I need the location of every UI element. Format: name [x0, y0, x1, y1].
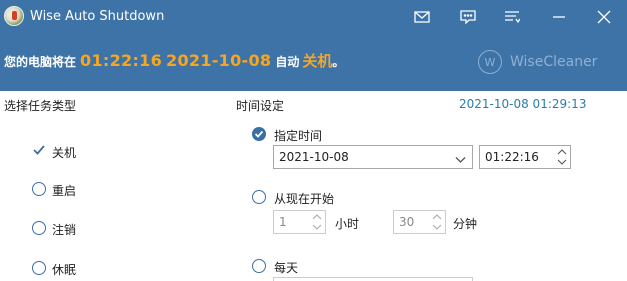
radio-shutdown-checked-icon[interactable] [32, 143, 46, 157]
window-title: Wise Auto Shutdown [30, 9, 165, 24]
radio-from-now[interactable] [252, 190, 266, 204]
radio-logoff[interactable] [32, 221, 46, 235]
daily-label[interactable]: 每天 [274, 259, 298, 276]
date-picker[interactable]: 2021-10-08 [273, 145, 473, 169]
status-action: 关机 [302, 52, 333, 70]
status-middle: 自动 [275, 55, 300, 69]
status-prefix: 您的电脑将在 [4, 55, 77, 69]
wisecleaner-logo-icon: W [478, 50, 502, 74]
specified-time-label[interactable]: 指定时间 [274, 127, 322, 144]
status-date: 2021-10-08 [166, 51, 272, 70]
hours-spinner[interactable]: 1 [273, 210, 326, 234]
status-time: 01:22:16 [80, 51, 163, 70]
brand-name: WiseCleaner [510, 54, 598, 70]
minimize-icon[interactable] [545, 5, 573, 29]
option-restart-label[interactable]: 重启 [52, 182, 76, 199]
menu-icon[interactable] [498, 5, 526, 29]
time-spinner[interactable]: 01:22:16 [479, 145, 571, 169]
app-logo-icon [4, 6, 24, 26]
radio-daily[interactable] [252, 259, 266, 273]
minutes-value: 30 [399, 215, 415, 229]
header-banner: Wise Auto Shutdown 您的电脑将在 01:22:16 2021-… [0, 0, 627, 91]
radio-restart[interactable] [32, 182, 46, 196]
hours-value: 1 [279, 215, 287, 229]
minutes-spinner[interactable]: 30 [393, 210, 446, 234]
daily-time-field[interactable] [273, 277, 473, 281]
spinner-arrows-icon[interactable] [556, 147, 568, 167]
date-value: 2021-10-08 [279, 150, 349, 164]
current-datetime: 2021-10-08 01:29:13 [459, 97, 587, 111]
task-type-label: 选择任务类型 [4, 99, 77, 113]
mail-icon[interactable] [408, 5, 436, 29]
hours-unit: 小时 [335, 217, 360, 231]
chevron-down-icon[interactable] [455, 153, 466, 167]
option-shutdown-label[interactable]: 关机 [52, 144, 76, 161]
spinner-arrows-icon[interactable] [431, 212, 443, 232]
option-sleep-label[interactable]: 休眠 [52, 261, 76, 278]
option-logoff-label[interactable]: 注销 [52, 221, 76, 238]
shutdown-status-message: 您的电脑将在 01:22:16 2021-10-08 自动 关机 。 [4, 50, 344, 74]
feedback-icon[interactable] [454, 5, 482, 29]
title-bar: Wise Auto Shutdown [0, 0, 627, 34]
minutes-unit: 分钟 [453, 217, 478, 231]
radio-sleep[interactable] [32, 261, 46, 275]
close-icon[interactable] [590, 5, 618, 29]
status-suffix: 。 [332, 55, 345, 69]
wisecleaner-brand[interactable]: W WiseCleaner [478, 50, 597, 74]
time-value: 01:22:16 [485, 150, 539, 164]
time-settings-label: 时间设定 [236, 99, 285, 113]
radio-specified-time-checked-icon[interactable] [252, 127, 266, 141]
spinner-arrows-icon[interactable] [311, 212, 323, 232]
from-now-label[interactable]: 从现在开始 [274, 190, 334, 207]
